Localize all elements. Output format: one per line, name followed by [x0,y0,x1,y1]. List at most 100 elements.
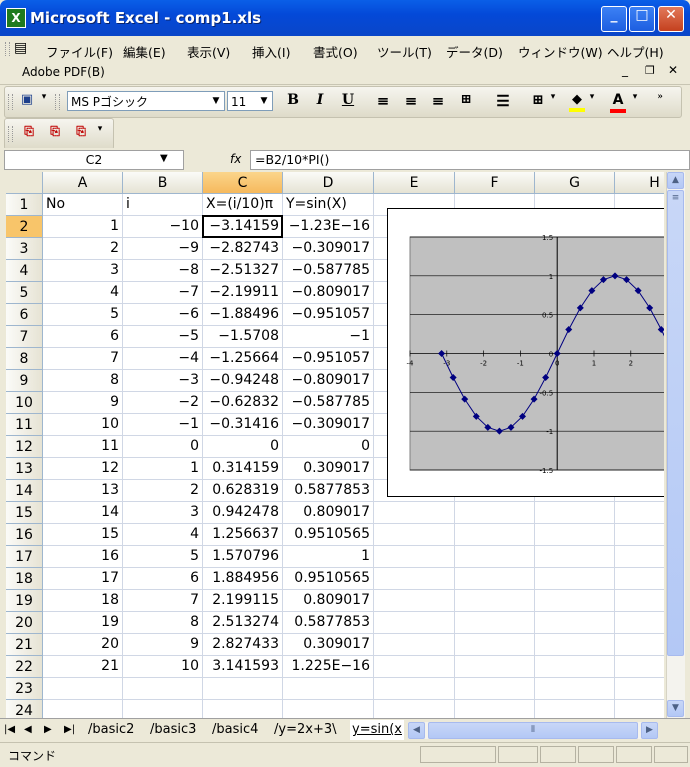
row-header-19[interactable]: 19 [6,590,43,612]
underline-button[interactable]: U [338,92,358,112]
italic-button[interactable]: I [310,92,330,112]
menu-edit[interactable]: 編集(E) [123,42,166,61]
menubar-grip[interactable] [5,42,10,56]
pdf-review-icon[interactable]: ⎘ [71,124,91,144]
worksheet-grid[interactable]: A B C D E F G H 1 2 3 4 5 6 7 8 9 10 11 12 13 14 15 16 17 18 19 20 2… [6,172,664,718]
cell-b17[interactable]: 5 [123,546,203,568]
cell-a9[interactable]: 8 [43,370,123,392]
cell-c15[interactable]: 0.942478 [203,502,283,524]
menu-window[interactable]: ウィンドウ(W) [518,42,603,61]
close-button[interactable]: ✕ [658,6,684,32]
scroll-up-icon[interactable]: ▲ [667,172,684,189]
cell-d17[interactable]: 1 [283,546,374,568]
cell-h21[interactable] [615,634,664,656]
cell-g18[interactable] [535,568,615,590]
column-header-e[interactable]: E [374,172,455,194]
cell-c1[interactable]: X=(i/10)π [203,194,283,216]
cell-a12[interactable]: 11 [43,436,123,458]
row-header-1[interactable]: 1 [6,194,43,216]
excel-icon[interactable]: X [6,8,26,28]
tab-basic4[interactable]: /basic4 [212,720,258,740]
cell-d19[interactable]: 0.809017 [283,590,374,612]
cell-d11[interactable]: −0.309017 [283,414,374,436]
cell-b15[interactable]: 3 [123,502,203,524]
cell-b5[interactable]: −7 [123,282,203,304]
row-header-10[interactable]: 10 [6,392,43,414]
row-header-23[interactable]: 23 [6,678,43,700]
horizontal-scrollbar[interactable]: ◀ ⦀ ▶ [408,722,658,739]
cell-a8[interactable]: 7 [43,348,123,370]
column-header-d[interactable]: D [283,172,374,194]
toolbar-grip[interactable] [8,94,13,110]
align-right-icon[interactable]: ≡ [428,92,448,112]
cell-b23[interactable] [123,678,203,700]
tab-basic3[interactable]: /basic3 [150,720,196,740]
cell-c14[interactable]: 0.628319 [203,480,283,502]
cell-a4[interactable]: 3 [43,260,123,282]
cell-a18[interactable]: 17 [43,568,123,590]
cell-e16[interactable] [374,524,455,546]
cell-a24[interactable] [43,700,123,718]
font-size-combo[interactable]: 11 ▼ [227,91,273,111]
cell-b1[interactable]: i [123,194,203,216]
cell-c18[interactable]: 1.884956 [203,568,283,590]
cell-c7[interactable]: −1.5708 [203,326,283,348]
cell-f17[interactable] [455,546,535,568]
cell-c20[interactable]: 2.513274 [203,612,283,634]
chevron-down-icon[interactable]: ▾ [548,92,558,112]
cell-c8[interactable]: −1.25664 [203,348,283,370]
cell-a19[interactable]: 18 [43,590,123,612]
tab-first-icon[interactable]: |◀ [4,720,15,740]
cell-d22[interactable]: 1.225E−16 [283,656,374,678]
vertical-scrollbar[interactable]: ▲ ≡ ▼ [666,172,685,718]
cell-d4[interactable]: −0.587785 [283,260,374,282]
cell-g22[interactable] [535,656,615,678]
toolbar-options-icon[interactable]: ▾ [95,124,105,144]
cell-b8[interactable]: −4 [123,348,203,370]
cell-b18[interactable]: 6 [123,568,203,590]
cell-a11[interactable]: 10 [43,414,123,436]
cell-h18[interactable] [615,568,664,590]
cell-d15[interactable]: 0.809017 [283,502,374,524]
cell-c24[interactable] [203,700,283,718]
cell-c3[interactable]: −2.82743 [203,238,283,260]
cell-a23[interactable] [43,678,123,700]
cell-e17[interactable] [374,546,455,568]
chevron-down-icon[interactable]: ▼ [209,93,223,109]
doc-close-button[interactable]: ✕ [668,63,678,77]
cell-b20[interactable]: 8 [123,612,203,634]
cell-d21[interactable]: 0.309017 [283,634,374,656]
cell-c22[interactable]: 3.141593 [203,656,283,678]
cell-h15[interactable] [615,502,664,524]
cell-a20[interactable]: 19 [43,612,123,634]
row-header-11[interactable]: 11 [6,414,43,436]
cell-c12[interactable]: 0 [203,436,283,458]
cell-e21[interactable] [374,634,455,656]
cell-b14[interactable]: 2 [123,480,203,502]
cell-a1[interactable]: No [43,194,123,216]
function-icon[interactable]: fx [230,152,241,166]
cell-c4[interactable]: −2.51327 [203,260,283,282]
cell-a15[interactable]: 14 [43,502,123,524]
cell-a7[interactable]: 6 [43,326,123,348]
align-center-icon[interactable]: ≡ [401,92,421,112]
toolbar-options-icon[interactable]: » [655,92,665,112]
tab-prev-icon[interactable]: ◀ [24,720,32,740]
cell-a16[interactable]: 15 [43,524,123,546]
formula-input[interactable]: =B2/10*PI() [250,150,690,170]
hscroll-thumb[interactable]: ⦀ [428,722,638,739]
cell-a22[interactable]: 21 [43,656,123,678]
row-header-14[interactable]: 14 [6,480,43,502]
cell-d18[interactable]: 0.9510565 [283,568,374,590]
cell-e18[interactable] [374,568,455,590]
menu-view[interactable]: 表示(V) [187,42,230,61]
cell-c21[interactable]: 2.827433 [203,634,283,656]
cell-a6[interactable]: 5 [43,304,123,326]
row-header-3[interactable]: 3 [6,238,43,260]
cell-b2[interactable]: −10 [123,216,203,238]
minimize-button[interactable]: _ [601,6,627,32]
cell-e19[interactable] [374,590,455,612]
cell-g16[interactable] [535,524,615,546]
row-header-4[interactable]: 4 [6,260,43,282]
cell-h16[interactable] [615,524,664,546]
